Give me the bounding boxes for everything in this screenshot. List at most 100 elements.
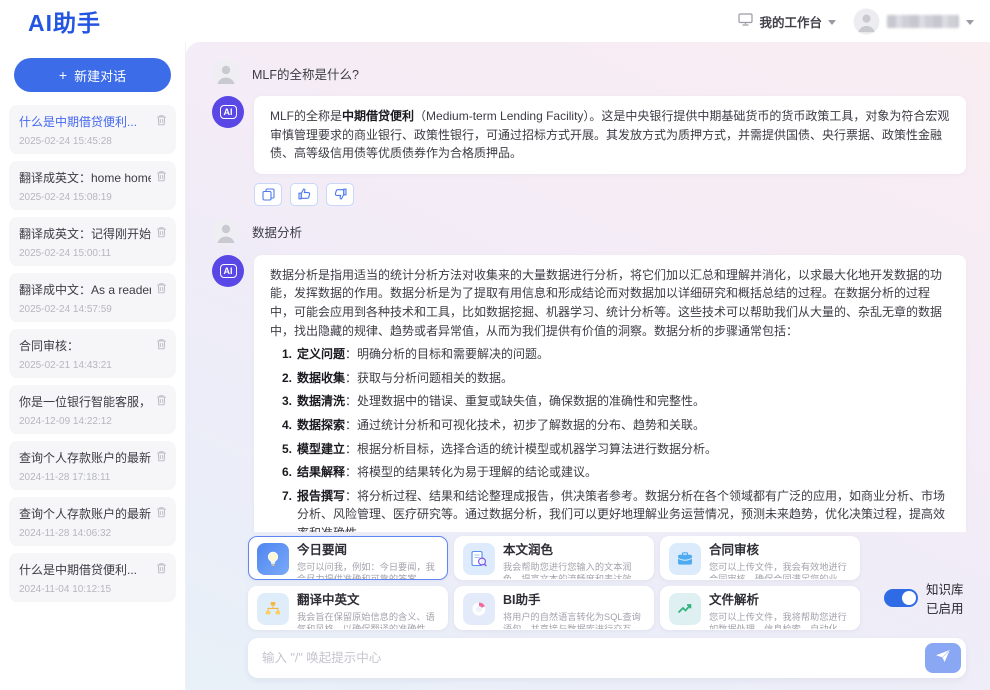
analysis-step: 2.数据收集：获取与分析问题相关的数据。 <box>274 369 950 388</box>
workspace-label: 我的工作台 <box>759 12 822 31</box>
feature-title: 合同审核 <box>709 543 851 559</box>
trash-icon[interactable] <box>156 393 167 411</box>
feature-card[interactable]: BI助手将用户的自然语言转化为SQL查询语句，并直接与数据库进行交互，返回智能推… <box>454 586 654 630</box>
feature-card[interactable]: 今日要闻您可以问我，例如：今日要闻，我会尽力提供准确和可靠的答案。 <box>248 536 448 580</box>
conversation-title: 查询个人存款账户的最新... <box>19 505 151 522</box>
conversation-title: 翻译成英文：home home <box>19 169 151 186</box>
conversation-title: 翻译成英文：记得刚开始... <box>19 225 151 242</box>
user-message-row: 数据分析 <box>212 213 966 252</box>
conversation-item[interactable]: 你是一位银行智能客服，...2024-12-09 14:22:12 <box>9 385 176 434</box>
step-term: 定义问题 <box>297 347 345 361</box>
feature-card[interactable]: 翻译中英文我会旨在保留原始信息的含义、语气和风格，以确保翻译的准确性和自然流畅。 <box>248 586 448 630</box>
conversation-timestamp: 2025-02-24 15:08:19 <box>19 192 167 203</box>
analysis-step: 4. 数据探索：通过统计分析和可视化技术，初步了解数据的分布、趋势和关联。 <box>274 416 950 435</box>
ai-message-bold-text: 中期借贷便利 <box>342 109 414 123</box>
conversation-item[interactable]: 什么是中期借贷便利...2025-02-24 15:45:28 <box>9 105 176 154</box>
message-input[interactable] <box>262 651 925 665</box>
step-number: 5. <box>274 440 292 459</box>
step-term: 数据探索 <box>297 418 345 432</box>
copy-button[interactable] <box>254 183 282 206</box>
trash-icon[interactable] <box>156 113 167 131</box>
step-description: ：将分析过程、结果和结论整理成报告，供决策者参考。数据分析在各个领域都有广泛的应… <box>297 489 945 532</box>
send-button[interactable] <box>925 643 961 673</box>
top-bar: AI助手 我的工作台 <box>0 0 990 42</box>
step-description: ：明确分析的目标和需要解决的问题。 <box>345 347 549 361</box>
step-description: ：将模型的结果转化为易于理解的结论或建议。 <box>345 465 597 479</box>
knowledge-base-toggle[interactable] <box>884 589 918 607</box>
new-chat-label: 新建对话 <box>74 66 126 85</box>
paper-plane-icon <box>935 649 951 668</box>
analysis-step: 7. 报告撰写：将分析过程、结果和结论整理成报告，供决策者参考。数据分析在各个领域… <box>274 487 950 532</box>
feature-description: 我会帮助您进行您输入的文本润色，提高文本的流畅度和表达效果。 <box>503 561 645 580</box>
feature-card[interactable]: 合同审核您可以上传文件，我会有效地进行合同审核，确保合同满足您的业务需求。 <box>660 536 860 580</box>
trash-icon[interactable] <box>156 337 167 355</box>
trash-icon[interactable] <box>156 225 167 243</box>
user-avatar <box>212 59 240 87</box>
feature-description: 将用户的自然语言转化为SQL查询语句，并直接与数据库进行交互，返回智能推荐的图表… <box>503 611 645 630</box>
step-term: 数据清洗 <box>297 394 345 408</box>
briefcase-icon <box>669 543 701 575</box>
step-description: ：通过统计分析和可视化技术，初步了解数据的分布、趋势和关联。 <box>345 418 705 432</box>
feature-card-grid: 今日要闻您可以问我，例如：今日要闻，我会尽力提供准确和可靠的答案。本文润色我会帮… <box>248 536 860 630</box>
main-panel: MLF的全称是什么? AI MLF的全称是中期借贷便利（Medium-term … <box>186 42 990 690</box>
user-avatar[interactable] <box>853 8 880 35</box>
trash-icon[interactable] <box>156 449 167 467</box>
chevron-down-icon[interactable] <box>966 12 974 30</box>
bulb-icon <box>257 543 289 575</box>
step-term: 结果解释 <box>297 465 345 479</box>
step-number: 7. <box>274 487 292 532</box>
conversation-item[interactable]: 翻译成中文：As a reader...2025-02-24 14:57:59 <box>9 273 176 322</box>
pie-chart-icon <box>463 593 495 625</box>
step-term: 报告撰写 <box>297 489 345 503</box>
trash-icon[interactable] <box>156 505 167 523</box>
feature-title: 今日要闻 <box>297 543 439 559</box>
analysis-step: 6.结果解释：将模型的结果转化为易于理解的结论或建议。 <box>274 463 950 482</box>
thumbs-up-button[interactable] <box>290 183 318 206</box>
step-number: 1. <box>274 345 292 364</box>
conversation-item[interactable]: 翻译成英文：home home 2025-02-24 15:08:19 <box>9 161 176 210</box>
conversation-title: 什么是中期借贷便利... <box>19 561 151 578</box>
conversation-item[interactable]: 合同审核： 2025-02-21 14:43:21 <box>9 329 176 378</box>
feature-description: 您可以上传文件，我会有效地进行合同审核，确保合同满足您的业务需求。 <box>709 561 851 580</box>
app-logo: AI助手 <box>28 4 101 38</box>
feature-title: 文件解析 <box>709 593 851 609</box>
polish-doc-icon <box>463 543 495 575</box>
user-message-row: MLF的全称是什么? <box>212 54 966 93</box>
step-number: 3. <box>274 392 292 411</box>
bottom-area: 今日要闻您可以问我，例如：今日要闻，我会尽力提供准确和可靠的答案。本文润色我会帮… <box>186 532 990 690</box>
conversation-timestamp: 2025-02-21 14:43:21 <box>19 360 167 371</box>
step-number: 2. <box>274 369 292 388</box>
conversation-list: 什么是中期借贷便利...2025-02-24 15:45:28 翻译成英文：hom… <box>0 105 185 602</box>
user-message-text: MLF的全称是什么? <box>252 64 359 83</box>
plus-icon: + <box>59 67 67 83</box>
ai-avatar: AI <box>212 255 244 287</box>
feature-card[interactable]: 文件解析您可以上传文件，我将帮助您进行如数据处理、信息检索、自动化办公等。 <box>660 586 860 630</box>
workspace-menu[interactable]: 我的工作台 <box>738 12 836 31</box>
step-description: ：根据分析目标，选择合适的统计模型或机器学习算法进行数据分析。 <box>345 442 717 456</box>
feature-title: 本文润色 <box>503 543 645 559</box>
trash-icon[interactable] <box>156 561 167 579</box>
thumbs-down-button[interactable] <box>326 183 354 206</box>
analysis-steps-list: 1. 定义问题：明确分析的目标和需要解决的问题。 2.数据收集：获取与分析问题相关的… <box>274 345 950 532</box>
toggle-knob <box>902 591 916 605</box>
new-chat-button[interactable]: + 新建对话 <box>14 58 171 92</box>
conversation-item[interactable]: 查询个人存款账户的最新...2024-11-28 17:18:11 <box>9 441 176 490</box>
feature-description: 您可以问我，例如：今日要闻，我会尽力提供准确和可靠的答案。 <box>297 561 439 580</box>
conversation-timestamp: 2024-11-04 10:12:15 <box>19 584 167 595</box>
conversation-title: 你是一位银行智能客服，... <box>19 393 151 410</box>
trash-icon[interactable] <box>156 169 167 187</box>
trash-icon[interactable] <box>156 281 167 299</box>
feature-description: 我会旨在保留原始信息的含义、语气和风格，以确保翻译的准确性和自然流畅。 <box>297 611 439 630</box>
ai-message-card: MLF的全称是中期借贷便利（Medium-term Lending Facili… <box>254 96 966 174</box>
knowledge-base-toggle-group: 知识库已启用 <box>884 579 966 617</box>
feature-card[interactable]: 本文润色我会帮助您进行您输入的文本润色，提高文本的流畅度和表达效果。 <box>454 536 654 580</box>
monitor-icon <box>738 13 753 29</box>
conversation-title: 合同审核： <box>19 337 151 354</box>
conversation-item[interactable]: 什么是中期借贷便利... 2024-11-04 10:12:15 <box>9 553 176 602</box>
step-number: 4. <box>274 416 292 435</box>
trend-arrow-icon <box>669 593 701 625</box>
feature-title: 翻译中英文 <box>297 593 439 609</box>
conversation-item[interactable]: 翻译成英文：记得刚开始...2025-02-24 15:00:11 <box>9 217 176 266</box>
conversation-item[interactable]: 查询个人存款账户的最新...2024-11-28 14:06:32 <box>9 497 176 546</box>
analysis-step: 1. 定义问题：明确分析的目标和需要解决的问题。 <box>274 345 950 364</box>
